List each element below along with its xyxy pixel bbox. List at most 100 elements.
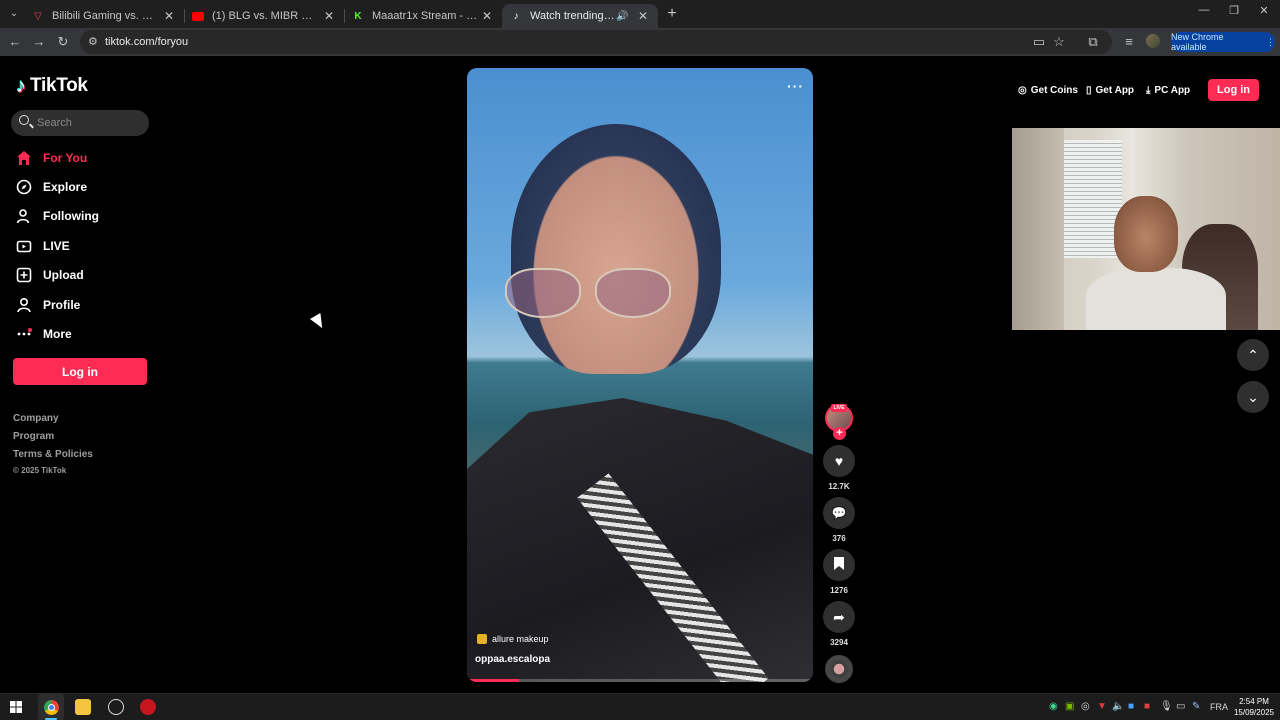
file-explorer-icon[interactable] <box>75 699 91 715</box>
pen-icon[interactable]: ✎ <box>1192 701 1200 712</box>
back-icon[interactable]: ← <box>6 33 24 51</box>
tab-close-icon[interactable]: ✕ <box>636 9 650 23</box>
video-progress-bar[interactable] <box>467 679 813 682</box>
tab-title: (1) BLG vs. MIBR — VALORANT <box>212 10 322 22</box>
tray-blue-app-icon[interactable]: ■ <box>1128 701 1134 712</box>
youtube-icon <box>192 10 204 22</box>
search-input[interactable] <box>37 114 141 132</box>
minimize-icon[interactable]: — <box>1194 4 1214 16</box>
live-tv-icon <box>16 238 32 254</box>
tab-close-icon[interactable]: ✕ <box>322 9 336 23</box>
footer-link-terms[interactable]: Terms & Policies <box>13 449 93 460</box>
video-more-options-icon[interactable]: ··· <box>787 78 804 94</box>
get-coins-link[interactable]: ◎ Get Coins <box>1018 83 1078 97</box>
tab-title: Watch trending videos for you <box>530 10 616 22</box>
nav-item-live[interactable]: LIVE <box>16 236 70 256</box>
clock-time: 2:54 PM <box>1239 697 1269 706</box>
new-chrome-available-button[interactable]: New Chrome available ⋮ <box>1171 32 1275 52</box>
webcam-door <box>1012 128 1064 330</box>
profile-avatar[interactable] <box>1146 34 1160 48</box>
reload-icon[interactable]: ↻ <box>54 33 72 51</box>
url-text[interactable]: tiktok.com/foryou <box>105 36 188 48</box>
sound-disc[interactable] <box>825 655 853 683</box>
coin-icon: ◎ <box>1018 84 1027 96</box>
save-button[interactable] <box>823 549 855 581</box>
valorant-icon: ▽ <box>34 10 42 22</box>
comment-button[interactable]: 💬 <box>823 497 855 529</box>
red-app-icon[interactable] <box>140 699 156 715</box>
notification-dot <box>28 328 32 332</box>
chrome-taskbar-icon[interactable] <box>43 699 59 715</box>
live-badge: LIVE <box>831 404 847 412</box>
get-app-link[interactable]: ▯ Get App <box>1086 83 1134 97</box>
nav-item-more[interactable]: More <box>16 324 72 344</box>
nav-item-following[interactable]: Following <box>16 206 99 226</box>
sound-tag[interactable]: allure makeup <box>477 634 549 644</box>
tray-record-icon[interactable]: ■ <box>1144 701 1150 712</box>
tab-close-icon[interactable]: ✕ <box>480 9 494 23</box>
sound-tag-icon <box>477 634 487 644</box>
site-info-icon[interactable]: ⚙ <box>88 35 98 48</box>
new-tab-icon[interactable]: + <box>664 5 680 23</box>
video-player[interactable]: ··· allure makeup oppaa.escalopa <box>467 68 813 682</box>
tray-app-icon[interactable]: ◉ <box>1049 701 1058 712</box>
microphone-icon[interactable]: 🎙 <box>1160 701 1173 712</box>
browser-tab[interactable]: ▽ Bilibili Gaming vs. MIBR | Valorant ✕ <box>24 4 184 28</box>
footer-link-program[interactable]: Program <box>13 431 54 442</box>
nav-label: Following <box>43 209 99 223</box>
tray-shield-icon[interactable]: ▼ <box>1097 701 1107 712</box>
tab-search-icon[interactable]: ⌄ <box>6 6 22 22</box>
pc-app-link[interactable]: ⤓ PC App <box>1146 83 1190 97</box>
language-indicator[interactable]: FRA <box>1210 702 1228 712</box>
next-video-button[interactable]: ⌄ <box>1237 381 1269 413</box>
chevron-up-icon: ⌃ <box>1247 346 1259 363</box>
nav-item-profile[interactable]: Profile <box>16 295 80 315</box>
tiktok-logo[interactable]: ♪ TikTok <box>16 75 88 97</box>
nav-label: More <box>43 327 72 341</box>
media-controls-icon[interactable]: ≡ <box>1120 33 1138 51</box>
windows-start-icon[interactable] <box>8 699 24 715</box>
webcam-streamer-head <box>1114 196 1178 272</box>
previous-video-button[interactable]: ⌃ <box>1237 339 1269 371</box>
steam-icon[interactable] <box>108 699 124 715</box>
get-coins-label: Get Coins <box>1030 84 1078 96</box>
sound-label: allure makeup <box>492 634 549 644</box>
restore-icon[interactable]: ❐ <box>1224 4 1244 17</box>
windows-taskbar: ◉ ▣ ◎ ▼ 🔈 ■ ■ 🎙 ▭ ✎ FRA 2:54 PM 15/09/20… <box>0 693 1280 720</box>
network-icon[interactable]: ▭ <box>1176 701 1185 712</box>
search-box[interactable] <box>11 110 149 136</box>
like-button[interactable]: ♥ <box>823 445 855 477</box>
volume-icon[interactable]: 🔈 <box>1112 701 1124 712</box>
speaker-icon[interactable]: 🔊 <box>616 11 630 22</box>
forward-icon[interactable]: → <box>30 33 48 51</box>
nav-label: Upload <box>43 268 84 282</box>
share-button[interactable]: ➦ <box>823 601 855 633</box>
nav-item-explore[interactable]: Explore <box>16 177 87 197</box>
cast-icon[interactable]: ▭ <box>1030 33 1048 51</box>
video-author[interactable]: oppaa.escalopa <box>475 654 550 665</box>
new-chrome-label: New Chrome available <box>1171 32 1224 52</box>
tray-steam-icon[interactable]: ◎ <box>1081 701 1090 712</box>
browser-tab[interactable]: (1) BLG vs. MIBR — VALORANT ✕ <box>184 4 344 28</box>
bookmark-star-icon[interactable]: ☆ <box>1050 33 1068 51</box>
footer-link-company[interactable]: Company <box>13 413 59 424</box>
nvidia-icon[interactable]: ▣ <box>1065 701 1074 712</box>
close-window-icon[interactable]: ✕ <box>1254 4 1274 17</box>
nav-item-upload[interactable]: Upload <box>16 265 84 285</box>
tab-close-icon[interactable]: ✕ <box>162 9 176 23</box>
header-login-button[interactable]: Log in <box>1208 79 1259 101</box>
nav-label: LIVE <box>43 239 70 253</box>
tiktok-icon: ♪ <box>513 10 519 22</box>
browser-tab[interactable]: K Maaatr1x Stream - Watch Live on Kick ✕ <box>344 4 502 28</box>
address-bar[interactable]: ⚙ tiktok.com/foryou <box>80 30 1112 54</box>
heart-icon: ♥ <box>834 453 844 469</box>
nav-item-for-you[interactable]: For You <box>16 148 87 168</box>
compass-icon <box>16 179 32 195</box>
profile-icon <box>16 297 32 313</box>
browser-tab-active[interactable]: ♪ Watch trending videos for you 🔊 ✕ <box>502 4 658 28</box>
sidebar-login-button[interactable]: Log in <box>13 358 147 385</box>
clock-date: 15/09/2025 <box>1233 708 1275 717</box>
system-clock[interactable]: 2:54 PM 15/09/2025 <box>1233 696 1275 718</box>
follow-plus-button[interactable]: + <box>833 427 846 440</box>
extensions-icon[interactable]: ⧉ <box>1084 33 1102 51</box>
